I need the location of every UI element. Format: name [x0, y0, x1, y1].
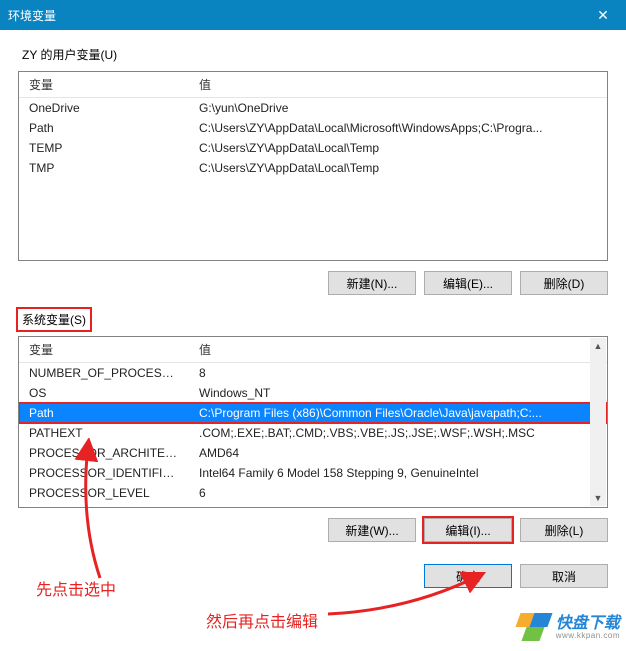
- user-delete-button[interactable]: 删除(D): [520, 271, 608, 295]
- system-vars-section: 系统变量(S) 变量 值 NUMBER_OF_PROCESSORS8OSWind…: [18, 309, 608, 542]
- system-vars-label: 系统变量(S): [18, 309, 90, 330]
- watermark-text: 快盘下载 www.kkpan.com: [556, 616, 620, 640]
- table-row[interactable]: OSWindows_NT: [19, 383, 607, 403]
- cell-var: TMP: [19, 158, 189, 178]
- ok-button[interactable]: 确定: [424, 564, 512, 588]
- table-row[interactable]: OneDriveG:\yun\OneDrive: [19, 98, 607, 119]
- system-delete-button[interactable]: 删除(L): [520, 518, 608, 542]
- user-new-button[interactable]: 新建(N)...: [328, 271, 416, 295]
- cell-val: C:\Users\ZY\AppData\Local\Temp: [189, 138, 607, 158]
- user-button-row: 新建(N)... 编辑(E)... 删除(D): [18, 271, 608, 295]
- scroll-down-icon[interactable]: ▼: [590, 490, 606, 506]
- watermark: 快盘下载 www.kkpan.com: [518, 613, 620, 643]
- cell-var: Path: [19, 118, 189, 138]
- cell-val: .COM;.EXE;.BAT;.CMD;.VBS;.VBE;.JS;.JSE;.…: [189, 423, 607, 443]
- window-title: 环境变量: [8, 7, 56, 24]
- cell-var: PROCESSOR_LEVEL: [19, 483, 189, 503]
- table-row[interactable]: TEMPC:\Users\ZY\AppData\Local\Temp: [19, 138, 607, 158]
- system-vars-table-wrap: 变量 值 NUMBER_OF_PROCESSORS8OSWindows_NTPa…: [18, 336, 608, 508]
- col-val[interactable]: 值: [189, 337, 607, 363]
- table-row[interactable]: PathC:\Users\ZY\AppData\Local\Microsoft\…: [19, 118, 607, 138]
- table-row[interactable]: PROCESSOR_ARCHITECTAMD64: [19, 443, 607, 463]
- cell-val: C:\Users\ZY\AppData\Local\Temp: [189, 158, 607, 178]
- watermark-title: 快盘下载: [556, 616, 620, 632]
- cell-var: NUMBER_OF_PROCESSORS: [19, 363, 189, 384]
- table-row[interactable]: TMPC:\Users\ZY\AppData\Local\Temp: [19, 158, 607, 178]
- user-vars-section: ZY 的用户变量(U) 变量 值 OneDriveG:\yun\OneDrive…: [18, 44, 608, 295]
- scrollbar[interactable]: ▲ ▼: [590, 338, 606, 506]
- watermark-logo-icon: [518, 613, 552, 643]
- cell-var: OS: [19, 383, 189, 403]
- system-vars-table: 变量 值 NUMBER_OF_PROCESSORS8OSWindows_NTPa…: [19, 337, 607, 503]
- scroll-track[interactable]: [590, 354, 606, 490]
- cell-val: G:\yun\OneDrive: [189, 98, 607, 119]
- annotation-step2: 然后再点击编辑: [206, 608, 318, 632]
- watermark-url: www.kkpan.com: [556, 632, 620, 640]
- table-row[interactable]: PROCESSOR_LEVEL6: [19, 483, 607, 503]
- cell-var: TEMP: [19, 138, 189, 158]
- col-val[interactable]: 值: [189, 72, 607, 98]
- table-row[interactable]: PATHEXT.COM;.EXE;.BAT;.CMD;.VBS;.VBE;.JS…: [19, 423, 607, 443]
- table-row[interactable]: PROCESSOR_IDENTIFIERIntel64 Family 6 Mod…: [19, 463, 607, 483]
- cell-var: PATHEXT: [19, 423, 189, 443]
- cell-var: Path: [19, 403, 189, 423]
- cell-var: PROCESSOR_IDENTIFIER: [19, 463, 189, 483]
- cell-val: C:\Users\ZY\AppData\Local\Microsoft\Wind…: [189, 118, 607, 138]
- system-button-row: 新建(W)... 编辑(I)... 删除(L): [18, 518, 608, 542]
- cell-val: 8: [189, 363, 607, 384]
- table-row[interactable]: PathC:\Program Files (x86)\Common Files\…: [19, 403, 607, 423]
- cancel-button[interactable]: 取消: [520, 564, 608, 588]
- user-vars-table: 变量 值 OneDriveG:\yun\OneDrivePathC:\Users…: [19, 72, 607, 178]
- cell-val: C:\Program Files (x86)\Common Files\Orac…: [189, 403, 607, 423]
- cell-val: AMD64: [189, 443, 607, 463]
- user-vars-table-wrap: 变量 值 OneDriveG:\yun\OneDrivePathC:\Users…: [18, 71, 608, 261]
- close-button[interactable]: ✕: [580, 0, 626, 30]
- close-icon: ✕: [597, 7, 609, 24]
- cell-val: Intel64 Family 6 Model 158 Stepping 9, G…: [189, 463, 607, 483]
- cell-val: 6: [189, 483, 607, 503]
- system-new-button[interactable]: 新建(W)...: [328, 518, 416, 542]
- system-edit-button[interactable]: 编辑(I)...: [424, 518, 512, 542]
- col-var[interactable]: 变量: [19, 72, 189, 98]
- table-row[interactable]: NUMBER_OF_PROCESSORS8: [19, 363, 607, 384]
- user-edit-button[interactable]: 编辑(E)...: [424, 271, 512, 295]
- titlebar: 环境变量 ✕: [0, 0, 626, 30]
- scroll-up-icon[interactable]: ▲: [590, 338, 606, 354]
- cell-var: OneDrive: [19, 98, 189, 119]
- cell-var: PROCESSOR_ARCHITECT: [19, 443, 189, 463]
- dialog-button-row: 确定 取消: [0, 556, 626, 602]
- user-vars-label: ZY 的用户变量(U): [18, 44, 121, 65]
- col-var[interactable]: 变量: [19, 337, 189, 363]
- cell-val: Windows_NT: [189, 383, 607, 403]
- dialog-content: ZY 的用户变量(U) 变量 值 OneDriveG:\yun\OneDrive…: [0, 30, 626, 556]
